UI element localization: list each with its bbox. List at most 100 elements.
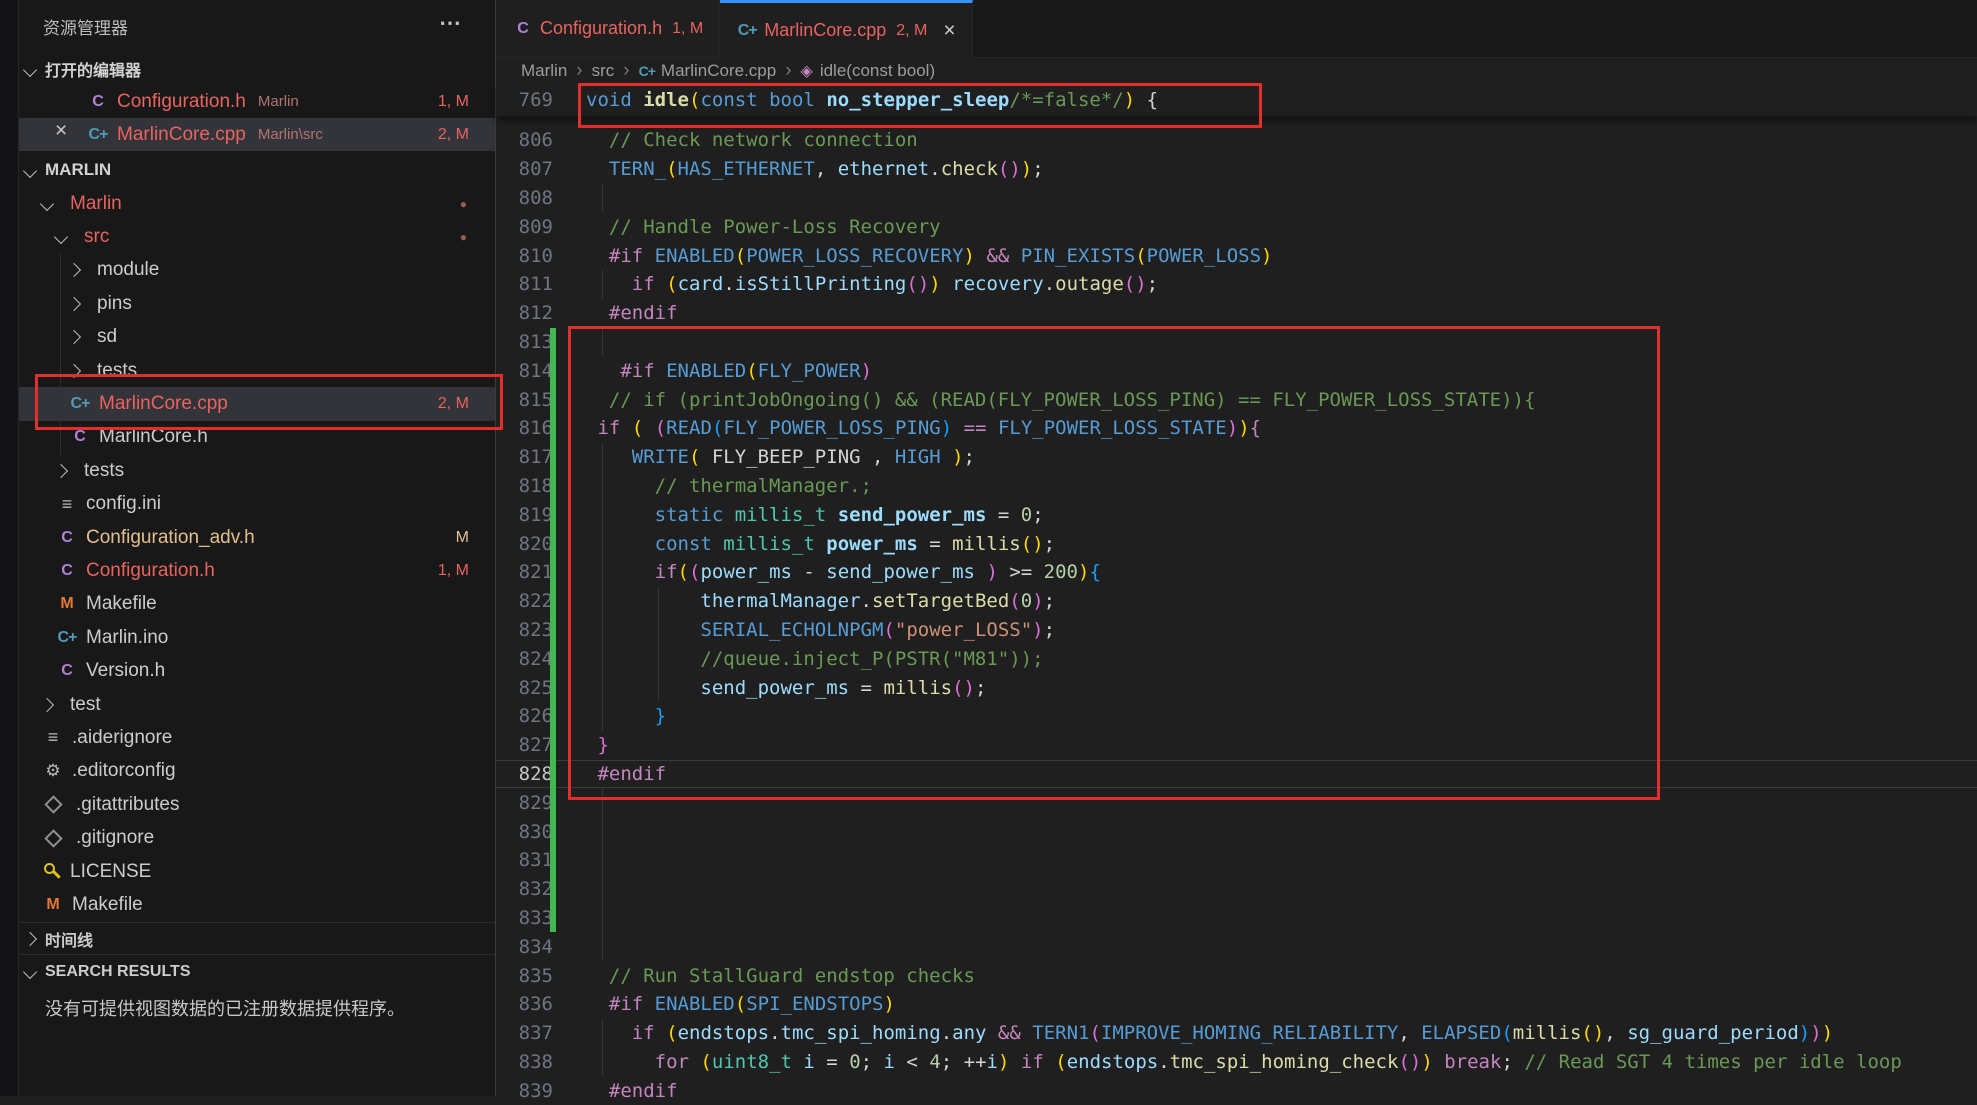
code-line-830[interactable]: 830 bbox=[496, 817, 1977, 846]
code-line-829[interactable]: 829 bbox=[496, 788, 1977, 817]
tree-item-config-ini[interactable]: ≡config.ini bbox=[19, 488, 495, 521]
line-number[interactable]: 819 bbox=[496, 504, 553, 526]
breadcrumb-item[interactable]: ◈idle(const bool) bbox=[801, 61, 936, 81]
line-number[interactable]: 834 bbox=[496, 936, 553, 958]
tree-item--gitignore[interactable]: .gitignore bbox=[19, 821, 495, 854]
code-line-814[interactable]: 814 #if ENABLED(FLY_POWER) bbox=[496, 356, 1977, 385]
line-number[interactable]: 806 bbox=[496, 129, 553, 151]
timeline-header[interactable]: 时间线 bbox=[19, 922, 495, 955]
tree-item-makefile[interactable]: MMakefile bbox=[19, 588, 495, 621]
line-number[interactable]: 836 bbox=[496, 993, 553, 1015]
tree-item--aiderignore[interactable]: ≡.aiderignore bbox=[19, 721, 495, 754]
code-line-812[interactable]: 812 #endif bbox=[496, 299, 1977, 328]
code-line-831[interactable]: 831 bbox=[496, 846, 1977, 875]
tree-item-version-h[interactable]: CVersion.h bbox=[19, 654, 495, 687]
line-number[interactable]: 822 bbox=[496, 590, 553, 612]
line-number[interactable]: 814 bbox=[496, 360, 553, 382]
code-region[interactable]: 806 // Check network connection807 TERN_… bbox=[496, 126, 1977, 1105]
code-line-809[interactable]: 809 // Handle Power-Loss Recovery bbox=[496, 212, 1977, 241]
line-number[interactable]: 821 bbox=[496, 561, 553, 583]
tree-item-configuration-h[interactable]: CConfiguration.h1, M bbox=[19, 554, 495, 587]
line-number[interactable]: 826 bbox=[496, 705, 553, 727]
open-editor-item[interactable]: ×C+MarlinCore.cppMarlin\src2, M bbox=[19, 118, 495, 151]
code-line-827[interactable]: 827 } bbox=[496, 731, 1977, 760]
sticky-scroll-line[interactable]: 769void idle(const bool no_stepper_sleep… bbox=[496, 84, 1977, 116]
line-number[interactable]: 809 bbox=[496, 216, 553, 238]
code-line-835[interactable]: 835 // Run StallGuard endstop checks bbox=[496, 961, 1977, 990]
code-line-823[interactable]: 823 SERIAL_ECHOLNPGM("power_LOSS"); bbox=[496, 616, 1977, 645]
tree-item-test[interactable]: test bbox=[19, 688, 495, 721]
breadcrumb-item[interactable]: C+MarlinCore.cpp bbox=[639, 61, 777, 81]
line-number[interactable]: 824 bbox=[496, 648, 553, 670]
line-number[interactable]: 816 bbox=[496, 417, 553, 439]
code-line-807[interactable]: 807 TERN_(HAS_ETHERNET, ethernet.check()… bbox=[496, 155, 1977, 184]
line-number[interactable]: 808 bbox=[496, 187, 553, 209]
line-number[interactable]: 828 bbox=[496, 763, 553, 785]
tab-configuration-h[interactable]: CConfiguration.h1, M bbox=[496, 0, 720, 58]
code-line-811[interactable]: 811 if (card.isStillPrinting()) recovery… bbox=[496, 270, 1977, 299]
line-number[interactable]: 832 bbox=[496, 878, 553, 900]
code-line-822[interactable]: 822 thermalManager.setTargetBed(0); bbox=[496, 587, 1977, 616]
open-editor-item[interactable]: CConfiguration.hMarlin1, M bbox=[19, 85, 495, 118]
tree-item--gitattributes[interactable]: .gitattributes bbox=[19, 788, 495, 821]
code-line-824[interactable]: 824 //queue.inject_P(PSTR("M81")); bbox=[496, 644, 1977, 673]
code-line-810[interactable]: 810 #if ENABLED(POWER_LOSS_RECOVERY) && … bbox=[496, 241, 1977, 270]
code-line-832[interactable]: 832 bbox=[496, 875, 1977, 904]
line-number[interactable]: 812 bbox=[496, 302, 553, 324]
tree-item-marlincore-cpp[interactable]: C+MarlinCore.cpp2, M bbox=[19, 387, 495, 420]
close-icon[interactable]: × bbox=[55, 119, 67, 143]
code-line-836[interactable]: 836 #if ENABLED(SPI_ENDSTOPS) bbox=[496, 990, 1977, 1019]
line-number[interactable]: 829 bbox=[496, 792, 553, 814]
line-number[interactable]: 813 bbox=[496, 331, 553, 353]
code-line-825[interactable]: 825 send_power_ms = millis(); bbox=[496, 673, 1977, 702]
code-line-818[interactable]: 818 // thermalManager.; bbox=[496, 472, 1977, 501]
line-number[interactable]: 825 bbox=[496, 677, 553, 699]
code-line-816[interactable]: 816 if ( (READ(FLY_POWER_LOSS_PING) == F… bbox=[496, 414, 1977, 443]
tree-item--editorconfig[interactable]: ⚙.editorconfig bbox=[19, 755, 495, 788]
code-line-820[interactable]: 820 const millis_t power_ms = millis(); bbox=[496, 529, 1977, 558]
tree-item-marlincore-h[interactable]: CMarlinCore.h bbox=[19, 421, 495, 454]
line-number[interactable]: 817 bbox=[496, 446, 553, 468]
code-line-826[interactable]: 826 } bbox=[496, 702, 1977, 731]
code-line-828[interactable]: 828 #endif bbox=[496, 760, 1977, 789]
tree-item-makefile[interactable]: MMakefile bbox=[19, 888, 495, 921]
line-number[interactable]: 810 bbox=[496, 245, 553, 267]
code-line-839[interactable]: 839 #endif bbox=[496, 1076, 1977, 1105]
code-line-806[interactable]: 806 // Check network connection bbox=[496, 126, 1977, 155]
line-number[interactable]: 769 bbox=[496, 89, 553, 111]
tree-item-module[interactable]: module bbox=[19, 254, 495, 287]
code-line-838[interactable]: 838 for (uint8_t i = 0; i < 4; ++i) if (… bbox=[496, 1048, 1977, 1077]
code-line-815[interactable]: 815 // if (printJobOngoing() && (READ(FL… bbox=[496, 385, 1977, 414]
code-line-821[interactable]: 821 if((power_ms - send_power_ms ) >= 20… bbox=[496, 558, 1977, 587]
line-number[interactable]: 835 bbox=[496, 965, 553, 987]
line-number[interactable]: 837 bbox=[496, 1022, 553, 1044]
breadcrumb-item[interactable]: src bbox=[592, 61, 615, 81]
line-number[interactable]: 831 bbox=[496, 849, 553, 871]
line-number[interactable]: 830 bbox=[496, 821, 553, 843]
open-editors-header[interactable]: 打开的编辑器 bbox=[19, 52, 495, 85]
code-line-819[interactable]: 819 static millis_t send_power_ms = 0; bbox=[496, 500, 1977, 529]
code-line-808[interactable]: 808 bbox=[496, 184, 1977, 213]
line-number[interactable]: 839 bbox=[496, 1080, 553, 1102]
tree-item-tests[interactable]: tests bbox=[19, 354, 495, 387]
tree-item-license[interactable]: LICENSE bbox=[19, 855, 495, 888]
tree-item-sd[interactable]: sd bbox=[19, 321, 495, 354]
code-line-813[interactable]: 813 bbox=[496, 328, 1977, 357]
close-icon[interactable]: × bbox=[943, 19, 955, 43]
workspace-root-header[interactable]: MARLIN bbox=[19, 153, 495, 186]
line-number[interactable]: 838 bbox=[496, 1051, 553, 1073]
line-number[interactable]: 818 bbox=[496, 475, 553, 497]
line-number[interactable]: 827 bbox=[496, 734, 553, 756]
search-results-header[interactable]: SEARCH RESULTS bbox=[19, 954, 495, 988]
line-number[interactable]: 811 bbox=[496, 273, 553, 295]
code-line-834[interactable]: 834 bbox=[496, 932, 1977, 961]
tree-item-tests[interactable]: tests bbox=[19, 454, 495, 487]
breadcrumb-item[interactable]: Marlin bbox=[521, 61, 567, 81]
tree-item-src[interactable]: src● bbox=[19, 220, 495, 253]
tree-item-pins[interactable]: pins bbox=[19, 287, 495, 320]
tab-marlincore-cpp[interactable]: C+MarlinCore.cpp2, M× bbox=[720, 0, 972, 58]
line-number[interactable]: 815 bbox=[496, 389, 553, 411]
tree-item-marlin[interactable]: Marlin● bbox=[19, 187, 495, 220]
more-actions-icon[interactable]: ⋯ bbox=[439, 10, 463, 36]
code-line-833[interactable]: 833 bbox=[496, 904, 1977, 933]
